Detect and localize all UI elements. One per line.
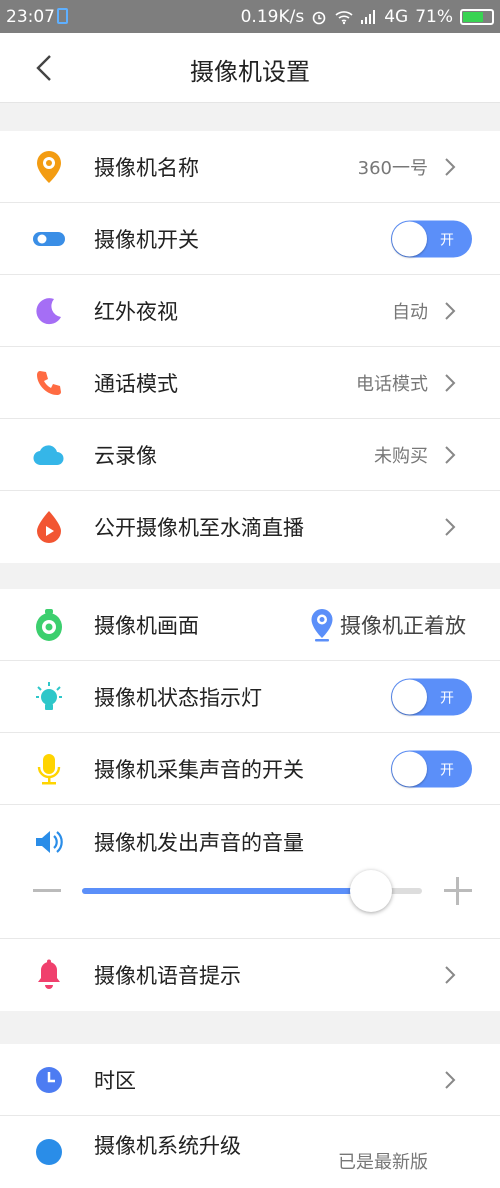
label: 公开摄像机至水滴直播 — [94, 516, 304, 540]
alarm-icon — [312, 11, 326, 25]
settings-group-1: 摄像机名称 360一号 摄像机开关 开 红外夜视 自动 通话模式 电话模式 云录… — [0, 131, 500, 563]
toggle-knob — [392, 679, 427, 714]
toggle-label: 开 — [440, 690, 454, 706]
status-bar: 23:07 0.19K/s 4G 71% — [0, 0, 500, 33]
value: 自动 — [392, 301, 428, 323]
cloud-icon — [32, 438, 66, 472]
toggle-label: 开 — [440, 762, 454, 778]
row-sound-capture: 摄像机采集声音的开关 开 — [0, 733, 500, 805]
slider-thumb[interactable] — [350, 870, 392, 912]
row-call-mode[interactable]: 通话模式 电话模式 — [0, 347, 500, 419]
phone-icon — [32, 366, 66, 400]
camera-orientation: 摄像机正着放 — [310, 608, 466, 642]
value: 未购买 — [374, 445, 428, 467]
mic-icon — [32, 752, 66, 786]
value: 360一号 — [357, 157, 428, 179]
clock-icon — [32, 1063, 66, 1097]
toggle-knob — [392, 221, 427, 256]
value: 电话模式 — [356, 373, 428, 395]
toggle-icon — [32, 222, 66, 256]
status-light-toggle[interactable]: 开 — [391, 678, 472, 715]
label: 红外夜视 — [94, 299, 178, 324]
volume-increase-icon[interactable] — [444, 877, 472, 905]
row-night-vision[interactable]: 红外夜视 自动 — [0, 275, 500, 347]
net-speed: 0.19K/s — [240, 7, 305, 27]
bulb-icon — [32, 680, 66, 714]
moon-icon — [32, 294, 66, 328]
page-title: 摄像机设置 — [190, 58, 310, 86]
status-right: 0.19K/s 4G 71% — [241, 7, 494, 27]
row-camera-view[interactable]: 摄像机画面 摄像机正着放 — [0, 589, 500, 661]
notification-icon — [57, 8, 68, 24]
label: 摄像机画面 — [94, 613, 199, 638]
signal-icon — [361, 10, 376, 24]
toggle-label: 开 — [440, 232, 454, 248]
row-public-live[interactable]: 公开摄像机至水滴直播 — [0, 491, 500, 563]
label: 摄像机名称 — [94, 155, 199, 180]
label: 摄像机采集声音的开关 — [94, 757, 304, 782]
toggle-knob — [392, 751, 427, 786]
chevron-right-icon — [445, 445, 456, 464]
label: 摄像机发出声音的音量 — [94, 831, 304, 855]
row-timezone[interactable]: 时区 — [0, 1044, 500, 1116]
settings-group-3: 时区 摄像机系统升级 已是最新版 — [0, 1044, 500, 1188]
battery-icon — [460, 9, 494, 25]
camera-pin-icon — [311, 608, 333, 641]
status-time: 23:07 — [6, 7, 55, 27]
label: 摄像机语音提示 — [94, 964, 241, 988]
camera-switch-toggle[interactable]: 开 — [391, 220, 472, 257]
chevron-right-icon — [445, 518, 456, 536]
chevron-right-icon — [445, 373, 456, 392]
chevron-right-icon — [445, 157, 456, 176]
row-cloud-record[interactable]: 云录像 未购买 — [0, 419, 500, 491]
label: 摄像机系统升级 — [94, 1133, 241, 1158]
label: 通话模式 — [94, 371, 178, 396]
settings-group-2: 摄像机画面 摄像机正着放 摄像机状态指示灯 开 摄像机采集声音的开关 开 摄像机… — [0, 589, 500, 1011]
orientation-value: 摄像机正着放 — [340, 613, 466, 638]
slider-fill — [82, 888, 371, 894]
row-camera-switch: 摄像机开关 开 — [0, 203, 500, 275]
value: 已是最新版 — [338, 1151, 428, 1173]
upgrade-icon — [32, 1135, 66, 1169]
chevron-right-icon — [445, 301, 456, 320]
volume-slider[interactable] — [82, 870, 422, 912]
speaker-icon — [32, 825, 66, 859]
label: 摄像机开关 — [94, 227, 199, 252]
label: 云录像 — [94, 443, 157, 468]
bell-icon — [32, 958, 66, 992]
chevron-right-icon — [445, 966, 456, 984]
battery-percent: 71% — [415, 7, 453, 27]
row-camera-name[interactable]: 摄像机名称 360一号 — [0, 131, 500, 203]
row-voice-prompt[interactable]: 摄像机语音提示 — [0, 939, 500, 1011]
camera-pin-icon — [32, 150, 66, 184]
network-type: 4G — [384, 7, 409, 27]
row-status-light: 摄像机状态指示灯 开 — [0, 661, 500, 733]
camera-lens-icon — [32, 608, 66, 642]
label: 时区 — [94, 1068, 136, 1093]
chevron-right-icon — [445, 1070, 456, 1089]
sound-capture-toggle[interactable]: 开 — [391, 750, 472, 787]
volume-decrease-icon[interactable] — [33, 889, 61, 892]
app-bar: 摄像机设置 — [0, 33, 500, 103]
row-volume: 摄像机发出声音的音量 — [0, 805, 500, 939]
wifi-icon — [335, 11, 353, 25]
row-upgrade[interactable]: 摄像机系统升级 已是最新版 — [0, 1116, 500, 1188]
drop-play-icon — [32, 510, 66, 544]
label: 摄像机状态指示灯 — [94, 685, 262, 710]
